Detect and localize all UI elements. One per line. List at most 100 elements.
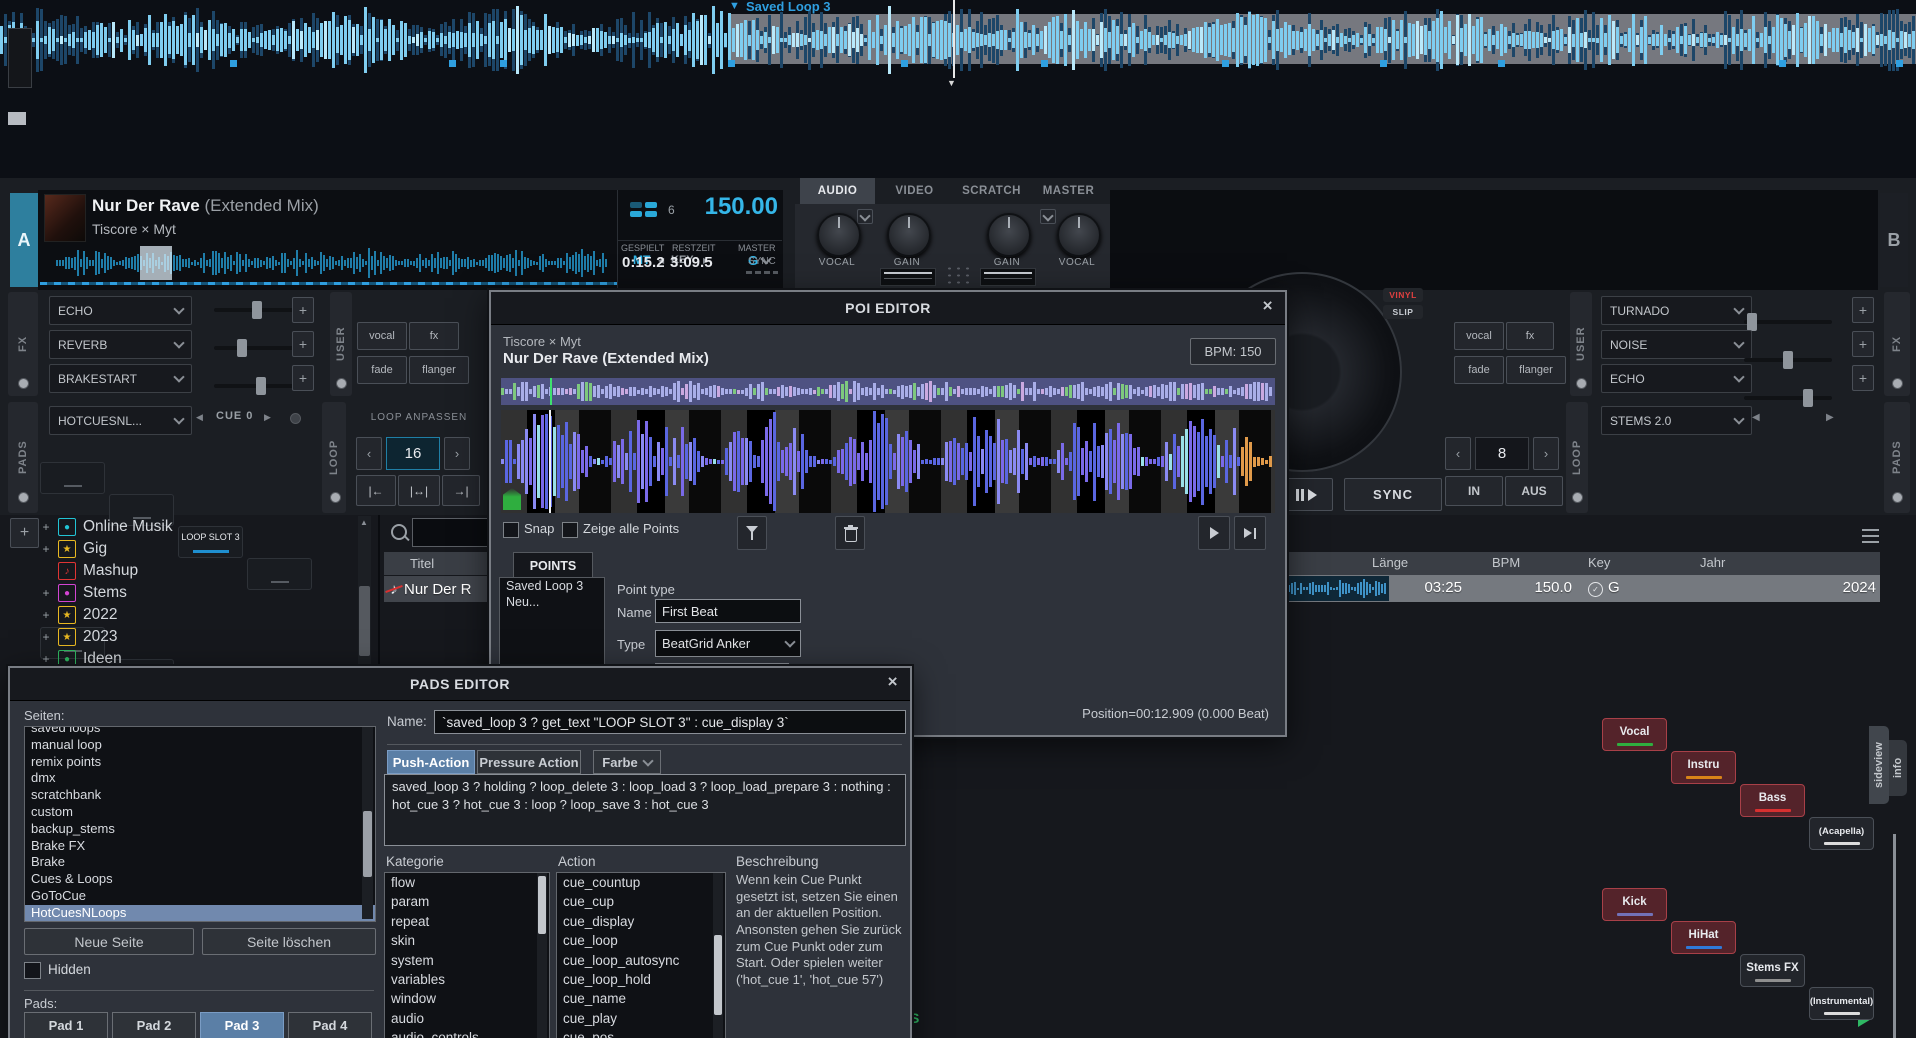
user-fx-button-fade[interactable]: fade xyxy=(357,356,407,384)
tree-scrollbar[interactable]: ▲ xyxy=(358,516,371,666)
loop-double-button[interactable]: › xyxy=(444,437,470,470)
sidebar-item-2022[interactable]: + ★ 2022 xyxy=(40,604,358,626)
stem-pad-instru[interactable]: Instru xyxy=(1671,751,1736,784)
deck-a-bpm[interactable]: 150.00 xyxy=(688,193,778,221)
tab-push-action[interactable]: Push-Action xyxy=(387,750,475,774)
action-list-item[interactable]: cue_cup xyxy=(557,892,725,911)
stem-pad-stems-fx[interactable]: Stems FX xyxy=(1740,954,1805,987)
fx-dry-wet-slider[interactable] xyxy=(214,384,300,388)
mixer-knob-vocal-3[interactable] xyxy=(1057,213,1101,257)
cue-marker[interactable] xyxy=(901,60,908,67)
loop-forward-button[interactable]: →| xyxy=(442,475,480,506)
mixer-knob-gain-1[interactable] xyxy=(887,213,931,257)
user-fx-button-fade[interactable]: fade xyxy=(1454,356,1504,384)
seiten-list-item[interactable]: manual loop xyxy=(25,737,375,754)
loop-half-button[interactable]: ‹ xyxy=(356,437,382,470)
add-folder-button[interactable]: + xyxy=(10,518,39,548)
seiten-list[interactable]: saved loopsmanual loopremix pointsdmxscr… xyxy=(24,726,376,922)
action-list-item[interactable]: cue_loop_hold xyxy=(557,970,725,989)
show-all-points-checkbox[interactable] xyxy=(562,522,578,538)
hidden-checkbox[interactable] xyxy=(24,962,41,979)
list-options-icon[interactable] xyxy=(1858,526,1884,548)
points-list[interactable]: Saved Loop 3Neu... xyxy=(499,577,605,669)
header-jahr[interactable]: Jahr xyxy=(1700,555,1725,570)
cue-marker[interactable] xyxy=(230,60,237,67)
play-point-button[interactable] xyxy=(1198,516,1230,550)
stem-pad-instrumental[interactable]: (Instrumental) xyxy=(1809,987,1874,1020)
seiten-list-item[interactable]: custom xyxy=(25,804,375,821)
fx-dry-wet-slider[interactable] xyxy=(1744,358,1832,362)
pads-enable-dot[interactable] xyxy=(1892,492,1903,503)
kategorie-scrollbar[interactable] xyxy=(537,873,547,1038)
stem-pad-hihat[interactable]: HiHat xyxy=(1671,921,1736,954)
script-editor[interactable]: saved_loop 3 ? holding ? loop_delete 3 :… xyxy=(384,774,906,846)
fx-enable-dot[interactable] xyxy=(18,378,29,389)
pad-select-button-4[interactable]: Pad 4 xyxy=(288,1012,372,1038)
loop-enable-dot[interactable] xyxy=(1572,492,1583,503)
mixer-knob-vocal-0[interactable] xyxy=(817,213,861,257)
user-fx-button-vocal[interactable]: vocal xyxy=(1454,322,1504,350)
action-list-item[interactable]: cue_loop xyxy=(557,931,725,950)
user-enable-dot[interactable] xyxy=(336,378,347,389)
poi-dialog-titlebar[interactable]: POI EDITOR × xyxy=(491,292,1285,325)
cue-marker[interactable] xyxy=(500,60,507,67)
cue-prev-arrow[interactable]: ◀ xyxy=(196,412,203,423)
pads-page-dot[interactable] xyxy=(290,413,301,424)
loop-length-value[interactable]: 8 xyxy=(1475,437,1529,470)
fx-slot-echo[interactable]: ECHO xyxy=(1601,364,1752,393)
fx-plus-button[interactable]: + xyxy=(292,297,314,323)
snap-checkbox[interactable] xyxy=(503,522,519,538)
user-fx-button-flanger[interactable]: flanger xyxy=(1506,356,1566,384)
vocal-dropdown-button[interactable] xyxy=(857,209,873,224)
mixer-tab-video[interactable]: VIDEO xyxy=(877,178,952,204)
stems-next-arrow[interactable]: ▶ xyxy=(1826,412,1834,423)
sidebar-item-2023[interactable]: + ★ 2023 xyxy=(40,626,358,648)
fx-slot-reverb[interactable]: REVERB xyxy=(49,330,192,359)
cue-marker[interactable] xyxy=(1222,60,1229,67)
fx-plus-button[interactable]: + xyxy=(1852,297,1874,323)
play-pause-button[interactable] xyxy=(1279,478,1333,511)
pad-select-button-1[interactable]: Pad 1 xyxy=(24,1012,108,1038)
mixer-knob-gain-2[interactable] xyxy=(987,213,1031,257)
sidebar-item-stems[interactable]: + ● Stems xyxy=(40,582,358,604)
loop-back-button[interactable]: |← xyxy=(356,475,396,506)
fx-dry-wet-slider[interactable] xyxy=(214,346,300,350)
action-list-item[interactable]: cue_countup xyxy=(557,873,725,892)
user-fx-button-flanger[interactable]: flanger xyxy=(409,356,469,384)
fx-slot-turnado[interactable]: TURNADO xyxy=(1601,296,1752,325)
wave-zoom-slider[interactable] xyxy=(8,28,32,88)
fx-slot-echo[interactable]: ECHO xyxy=(49,296,192,325)
go-to-end-button[interactable] xyxy=(1234,516,1266,550)
fx-dry-wet-slider[interactable] xyxy=(1744,396,1832,400)
seiten-list-item[interactable]: GoToCue xyxy=(25,888,375,905)
sidebar-item-mashup[interactable]: ♪ Mashup xyxy=(40,560,358,582)
track-row-left[interactable]: ♪ Nur Der R xyxy=(384,576,490,602)
sync-status-label[interactable]: SYNC xyxy=(748,256,776,267)
tab-farbe[interactable]: Farbe xyxy=(593,750,661,774)
side-tab-info[interactable]: info xyxy=(1889,740,1907,796)
kategorie-list-item[interactable]: repeat xyxy=(385,912,549,931)
delete-point-button[interactable] xyxy=(835,516,865,550)
snap-label[interactable]: Snap xyxy=(524,521,554,536)
close-icon[interactable]: × xyxy=(888,672,898,692)
slip-mode-button[interactable]: SLIP xyxy=(1383,305,1423,319)
action-list[interactable]: cue_countupcue_cupcue_displaycue_loopcue… xyxy=(556,872,726,1038)
fx-plus-button[interactable]: + xyxy=(292,365,314,391)
fx-plus-button[interactable]: + xyxy=(1852,365,1874,391)
vinyl-mode-button[interactable]: VINYL xyxy=(1383,288,1423,302)
show-all-points-label[interactable]: Zeige alle Points xyxy=(583,521,679,536)
action-list-item[interactable]: cue_play xyxy=(557,1009,725,1028)
action-list-item[interactable]: cue_pos xyxy=(557,1028,725,1038)
close-icon[interactable]: × xyxy=(1263,296,1273,316)
user-fx-button-vocal[interactable]: vocal xyxy=(357,322,407,350)
pads-page-dropdown[interactable]: HOTCUESNL... xyxy=(49,406,192,435)
kategorie-list-item[interactable]: audio xyxy=(385,1009,549,1028)
seite-loeschen-button[interactable]: Seite löschen xyxy=(202,928,376,955)
loop-enable-dot[interactable] xyxy=(330,492,341,503)
header-bpm[interactable]: BPM xyxy=(1492,555,1520,570)
loop-move-button[interactable]: |↔| xyxy=(398,475,440,506)
filter-button[interactable] xyxy=(737,516,767,550)
stems-page-dropdown[interactable]: STEMS 2.0 xyxy=(1601,406,1752,435)
loop-double-button[interactable]: › xyxy=(1533,437,1559,470)
cue-marker[interactable] xyxy=(449,60,456,67)
